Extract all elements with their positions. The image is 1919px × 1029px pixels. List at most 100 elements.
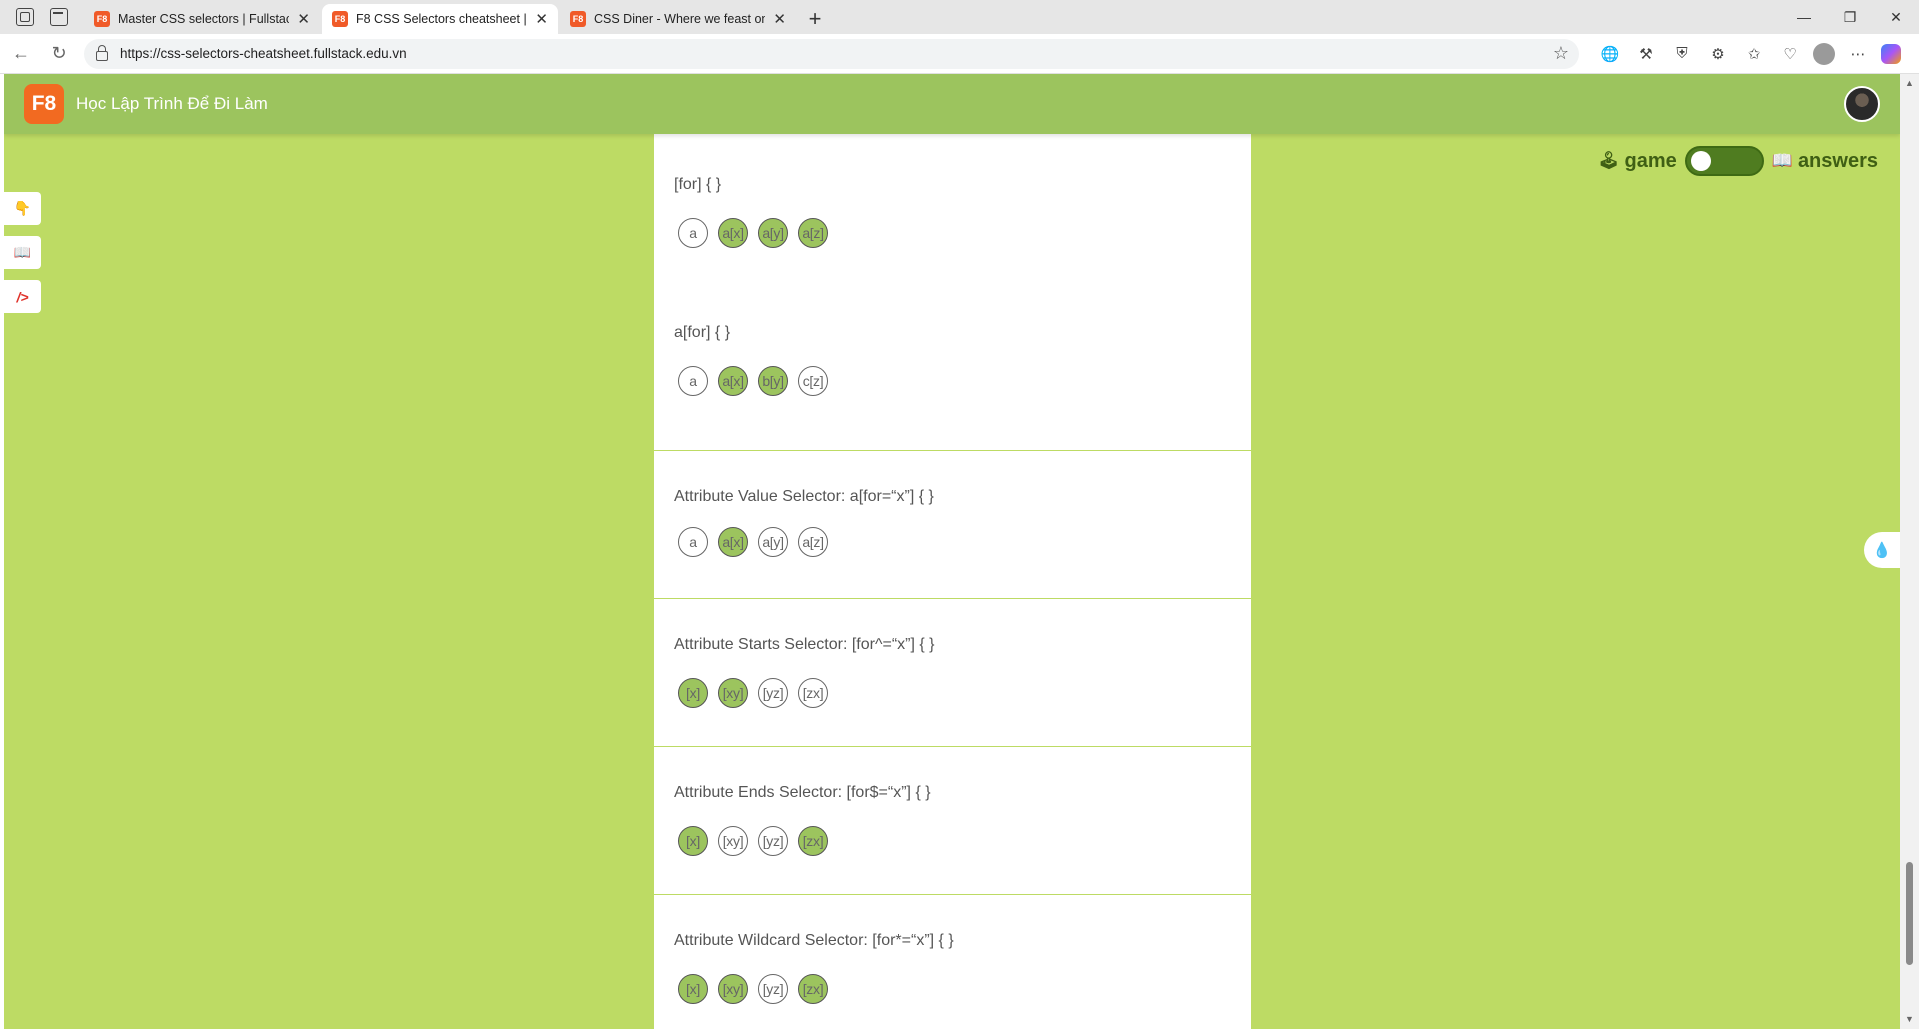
selector-section: Attribute Starts Selector: [for^=“x”] { … <box>654 600 1251 747</box>
element-chip[interactable]: a[z] <box>798 218 828 248</box>
profile-icon[interactable] <box>1813 42 1835 65</box>
favorites-icon[interactable]: ✩ <box>1741 41 1767 67</box>
restore-icon[interactable]: ❐ <box>1827 0 1873 34</box>
chip-row: a a[x] a[y] a[z] <box>678 218 828 248</box>
more-menu-icon[interactable]: ⋯ <box>1845 41 1871 67</box>
side-toolbar: 👇 📖 /> <box>4 192 41 324</box>
selector-title: Attribute Wildcard Selector: [for*=“x”] … <box>674 932 954 949</box>
element-chip[interactable]: [yz] <box>758 826 788 856</box>
switch-knob <box>1690 151 1711 171</box>
cheatsheet-card: [for] { } a a[x] a[y] a[z] a[for] { } a … <box>654 134 1251 1029</box>
element-chip[interactable]: [zx] <box>798 826 828 856</box>
selector-title: Attribute Starts Selector: [for^=“x”] { … <box>674 636 935 653</box>
code-icon[interactable]: /> <box>4 280 41 313</box>
f8-favicon-icon: F8 <box>94 11 110 27</box>
extension-tool-icon[interactable]: ⚒ <box>1633 41 1659 67</box>
element-chip[interactable]: a[x] <box>718 366 748 396</box>
selector-title: Attribute Value Selector: a[for=“x”] { } <box>674 488 934 505</box>
extension-globe-icon[interactable]: 🌐 <box>1597 41 1623 67</box>
element-chip[interactable]: [x] <box>678 678 708 708</box>
tab-actions-icon[interactable] <box>50 8 68 26</box>
element-chip[interactable]: a[y] <box>758 218 788 248</box>
open-book-icon: 📖 <box>1771 151 1793 170</box>
close-window-icon[interactable]: ✕ <box>1873 0 1919 34</box>
element-chip[interactable]: [yz] <box>758 678 788 708</box>
element-chip[interactable]: [xy] <box>718 974 748 1004</box>
site-title: Học Lập Trình Để Đi Làm <box>76 94 268 113</box>
chip-row: [x] [xy] [yz] [zx] <box>678 974 828 1004</box>
site-header: F8 Học Lập Trình Để Đi Làm <box>4 74 1900 134</box>
selector-section: Attribute Wildcard Selector: [for*=“x”] … <box>654 896 1251 1029</box>
element-chip[interactable]: [x] <box>678 826 708 856</box>
minimize-icon[interactable]: — <box>1781 0 1827 34</box>
lock-icon[interactable] <box>96 44 108 61</box>
scroll-up-arrow-icon[interactable]: ▲ <box>1905 78 1914 88</box>
element-chip[interactable]: [zx] <box>798 974 828 1004</box>
game-answers-toggle: 🕹 game 📖 answers <box>1598 146 1878 176</box>
answers-label: 📖 answers <box>1771 149 1878 172</box>
copilot-icon[interactable] <box>1881 43 1901 64</box>
window-controls: — ❐ ✕ <box>1781 0 1919 34</box>
element-chip[interactable]: a <box>678 218 708 248</box>
element-chip[interactable]: [x] <box>678 974 708 1004</box>
url-text: https://css-selectors-cheatsheet.fullsta… <box>120 46 407 61</box>
extensions-toolbar: 🌐 ⚒ ⛨ ⚙ ✩ ♡ ⋯ <box>1597 41 1901 67</box>
element-chip[interactable]: b[y] <box>758 366 788 396</box>
game-label: 🕹 game <box>1597 149 1677 172</box>
element-chip[interactable]: a[z] <box>798 527 828 557</box>
browser-tab-bar: F8 Master CSS selectors | Fullstack W ✕ … <box>0 0 1919 34</box>
favorite-star-icon[interactable]: ☆ <box>1553 43 1569 64</box>
chip-row: [x] [xy] [yz] [zx] <box>678 678 828 708</box>
close-icon[interactable]: ✕ <box>297 10 310 28</box>
pointer-hand-icon[interactable]: 👇 <box>4 192 41 225</box>
element-chip[interactable]: a <box>678 366 708 396</box>
scroll-down-arrow-icon[interactable]: ▼ <box>1905 1014 1914 1024</box>
extensions-puzzle-icon[interactable]: ⚙ <box>1705 41 1731 67</box>
close-icon[interactable]: ✕ <box>773 10 786 28</box>
page-viewport: F8 Học Lập Trình Để Đi Làm 👇 📖 /> 🕹 game… <box>4 74 1900 1029</box>
element-chip[interactable]: [yz] <box>758 974 788 1004</box>
mode-switch[interactable] <box>1684 146 1764 176</box>
element-chip[interactable]: c[z] <box>798 366 828 396</box>
browser-tab-master-css[interactable]: F8 Master CSS selectors | Fullstack W ✕ <box>84 4 320 34</box>
f8-favicon-icon: F8 <box>570 11 586 27</box>
book-icon[interactable]: 📖 <box>4 236 41 269</box>
browser-tab-cheatsheet[interactable]: F8 F8 CSS Selectors cheatsheet | F8 - ✕ <box>322 4 558 34</box>
new-tab-button[interactable]: + <box>798 4 832 34</box>
selector-title: Attribute Ends Selector: [for$=“x”] { } <box>674 784 931 801</box>
selector-title: a[for] { } <box>674 324 731 341</box>
tab-title: F8 CSS Selectors cheatsheet | F8 - <box>356 12 527 26</box>
selector-section: [for] { } a a[x] a[y] a[z] <box>654 134 1251 288</box>
chip-row: a a[x] b[y] c[z] <box>678 366 828 396</box>
browser-tab-css-diner[interactable]: F8 CSS Diner - Where we feast on CS ✕ <box>560 4 796 34</box>
tab-title: CSS Diner - Where we feast on CS <box>594 12 766 26</box>
chip-row: [x] [xy] [yz] [zx] <box>678 826 828 856</box>
f8-favicon-icon: F8 <box>332 11 348 27</box>
selector-title: [for] { } <box>674 176 722 193</box>
selector-section: Attribute Ends Selector: [for$=“x”] { } … <box>654 748 1251 895</box>
tab-title: Master CSS selectors | Fullstack W <box>118 12 290 26</box>
workspaces-icon[interactable] <box>16 8 34 26</box>
extension-shield-icon[interactable]: ⛨ <box>1669 41 1695 67</box>
element-chip[interactable]: a[y] <box>758 527 788 557</box>
address-bar: ← ↻ https://css-selectors-cheatsheet.ful… <box>0 34 1919 74</box>
chip-row: a a[x] a[y] a[z] <box>678 527 828 557</box>
vertical-scrollbar[interactable]: ▲ ▼ <box>1900 74 1919 1029</box>
water-drop-icon[interactable]: 💧 <box>1864 532 1900 568</box>
selector-section: Attribute Value Selector: a[for=“x”] { }… <box>654 452 1251 599</box>
element-chip[interactable]: [xy] <box>718 826 748 856</box>
element-chip[interactable]: [xy] <box>718 678 748 708</box>
back-arrow-icon[interactable]: ← <box>4 37 38 71</box>
element-chip[interactable]: a <box>678 527 708 557</box>
element-chip[interactable]: [zx] <box>798 678 828 708</box>
reload-icon[interactable]: ↻ <box>42 37 76 71</box>
user-avatar[interactable] <box>1844 86 1880 122</box>
element-chip[interactable]: a[x] <box>718 527 748 557</box>
f8-logo[interactable]: F8 <box>24 84 64 124</box>
browser-essentials-icon[interactable]: ♡ <box>1777 41 1803 67</box>
element-chip[interactable]: a[x] <box>718 218 748 248</box>
url-field[interactable]: https://css-selectors-cheatsheet.fullsta… <box>84 38 1579 69</box>
close-icon[interactable]: ✕ <box>535 10 548 28</box>
scrollbar-thumb[interactable] <box>1906 862 1913 965</box>
selector-section: a[for] { } a a[x] b[y] c[z] <box>654 288 1251 451</box>
